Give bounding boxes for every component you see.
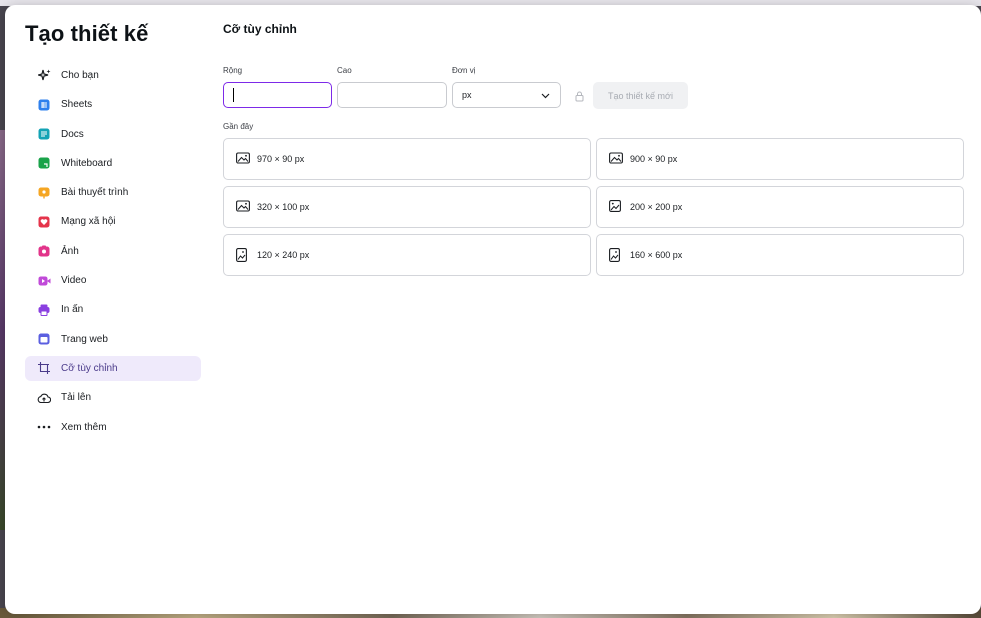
recent-size-label: 160 × 600 px	[630, 250, 683, 260]
recent-size-label: 320 × 100 px	[257, 202, 310, 212]
presentation-icon	[37, 186, 51, 200]
height-input[interactable]	[337, 82, 447, 108]
text-caret	[233, 88, 234, 102]
height-label: Cao	[337, 66, 352, 75]
sidebar-item-photo[interactable]: Ảnh	[25, 239, 201, 264]
unit-select[interactable]: px	[452, 82, 561, 108]
section-title: Cỡ tùy chỉnh	[223, 22, 297, 36]
create-design-dialog: Tạo thiết kế Cho bạn Sheets Docs Whitebo…	[5, 5, 981, 614]
sparkle-icon	[37, 69, 51, 83]
landscape-image-icon	[236, 152, 250, 166]
sidebar-item-label: Video	[61, 275, 87, 287]
sidebar-item-cho-ban[interactable]: Cho bạn	[25, 63, 201, 88]
camera-icon	[37, 244, 51, 258]
sidebar-item-sheets[interactable]: Sheets	[25, 92, 201, 117]
more-dots-icon	[37, 420, 51, 434]
sidebar-item-social-media[interactable]: Mạng xã hội	[25, 209, 201, 234]
sidebar-item-label: Cho bạn	[61, 70, 99, 81]
heart-icon	[37, 215, 51, 229]
recent-size-card[interactable]: 200 × 200 px	[596, 186, 964, 228]
portrait-image-icon	[609, 248, 623, 262]
recent-size-card[interactable]: 320 × 100 px	[223, 186, 591, 228]
sidebar-item-video[interactable]: Video	[25, 268, 201, 293]
recent-size-label: 200 × 200 px	[630, 202, 683, 212]
sidebar-item-label: Ảnh	[61, 245, 79, 257]
whiteboard-icon	[37, 156, 51, 170]
sidebar-item-label: Mạng xã hội	[61, 216, 116, 228]
sidebar-item-presentation[interactable]: Bài thuyết trình	[25, 180, 201, 205]
sheets-icon	[37, 98, 51, 112]
create-design-button[interactable]: Tạo thiết kế mới	[593, 82, 688, 109]
dialog-title: Tạo thiết kế	[25, 21, 149, 46]
sidebar-item-label: Tải lên	[61, 392, 92, 404]
landscape-image-icon	[609, 152, 623, 166]
printer-icon	[37, 303, 51, 317]
unit-select-value: px	[462, 90, 472, 100]
webpage-icon	[37, 332, 51, 346]
sidebar-item-label: Whiteboard	[61, 157, 113, 169]
sidebar-item-website[interactable]: Trang web	[25, 327, 201, 352]
recent-size-card[interactable]: 120 × 240 px	[223, 234, 591, 276]
sidebar-item-label: Bài thuyết trình	[61, 187, 129, 199]
sidebar-item-print[interactable]: In ấn	[25, 297, 201, 322]
unit-label: Đơn vị	[452, 66, 476, 75]
lock-icon[interactable]	[575, 89, 584, 107]
chevron-down-icon	[541, 91, 550, 101]
sidebar-item-docs[interactable]: Docs	[25, 122, 201, 147]
custom-size-icon	[37, 361, 51, 375]
cloud-upload-icon	[37, 391, 51, 405]
recent-size-label: 900 × 90 px	[630, 154, 678, 164]
sidebar-item-label: Cỡ tùy chỉnh	[61, 362, 118, 374]
sidebar-nav: Cho bạn Sheets Docs Whiteboard Bài thuyế…	[25, 63, 201, 444]
recent-size-label: 120 × 240 px	[257, 250, 310, 260]
recent-size-card[interactable]: 900 × 90 px	[596, 138, 964, 180]
sidebar-item-label: In ấn	[61, 304, 84, 316]
sidebar-item-label: Docs	[61, 128, 84, 140]
recent-size-card[interactable]: 970 × 90 px	[223, 138, 591, 180]
sidebar-item-label: Sheets	[61, 99, 93, 111]
recent-size-label: 970 × 90 px	[257, 154, 305, 164]
landscape-image-icon	[236, 200, 250, 214]
portrait-image-icon	[236, 248, 250, 262]
square-image-icon	[609, 200, 623, 214]
width-label: Rộng	[223, 66, 243, 75]
recent-size-card[interactable]: 160 × 600 px	[596, 234, 964, 276]
sidebar-item-custom-size[interactable]: Cỡ tùy chỉnh	[25, 355, 201, 381]
sidebar-item-label: Trang web	[61, 333, 108, 345]
sidebar-item-upload[interactable]: Tải lên	[25, 385, 201, 410]
recent-label: Gần đây	[223, 122, 254, 131]
video-icon	[37, 274, 51, 288]
docs-icon	[37, 127, 51, 141]
sidebar-item-whiteboard[interactable]: Whiteboard	[25, 151, 201, 176]
sidebar-item-more[interactable]: Xem thêm	[25, 415, 201, 440]
width-input[interactable]	[223, 82, 332, 108]
sidebar-item-label: Xem thêm	[61, 421, 107, 433]
